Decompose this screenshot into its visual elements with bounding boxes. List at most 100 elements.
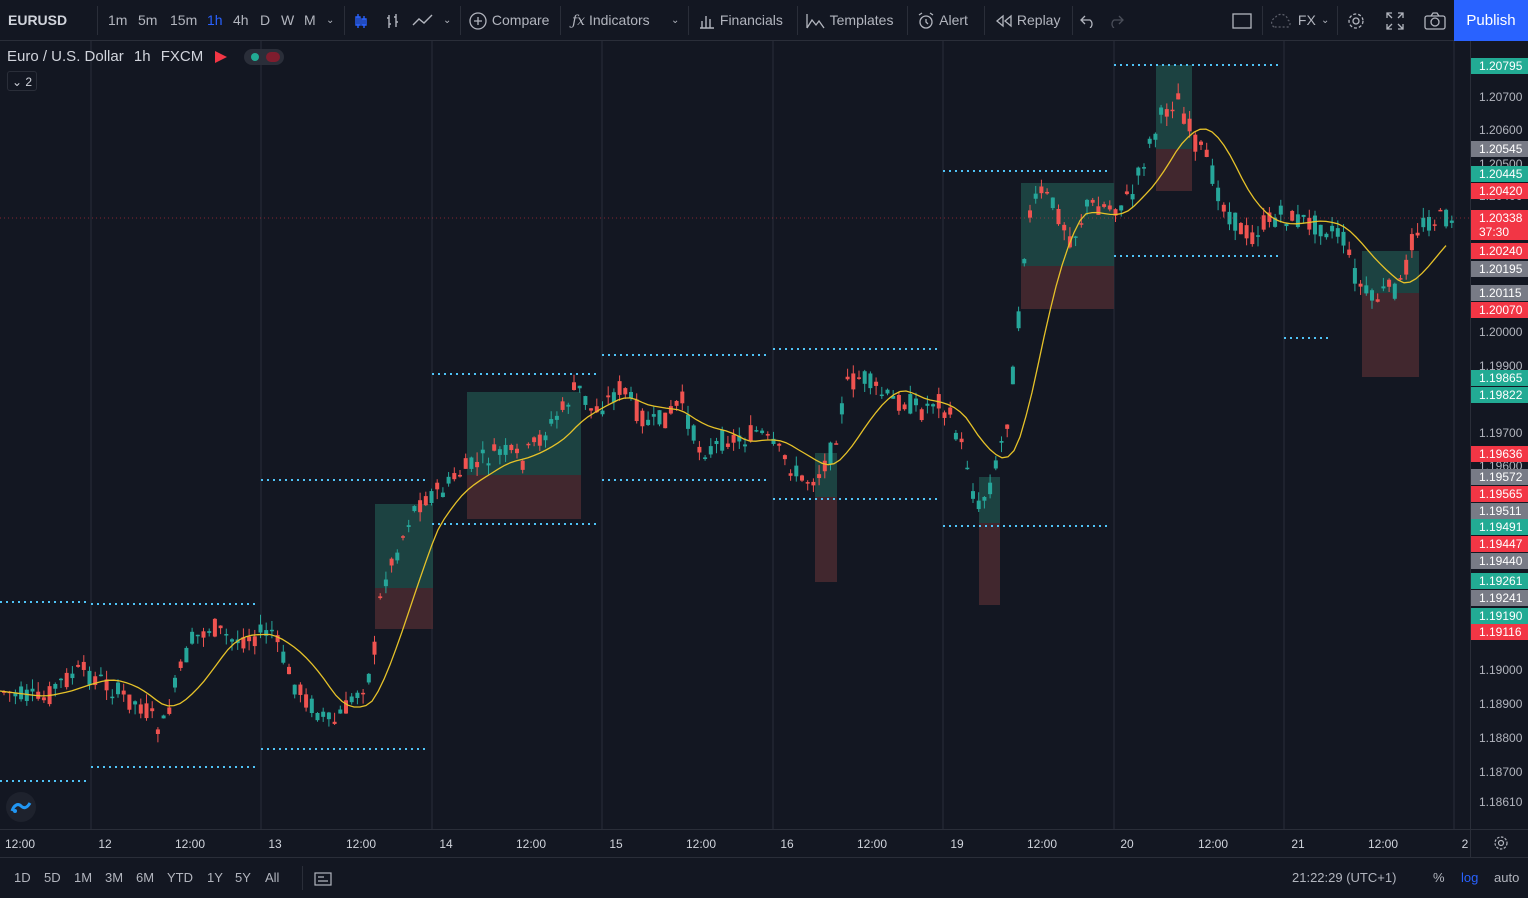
undo-icon[interactable] bbox=[1080, 0, 1096, 41]
candle-body bbox=[121, 690, 126, 695]
indicators-button[interactable]: ƒx Indicators bbox=[572, 0, 650, 41]
candle-body bbox=[110, 696, 115, 699]
time-axis[interactable]: 12:00 12 12:00 13 12:00 14 12:00 15 12:00 16 12:00… bbox=[0, 829, 1470, 857]
candle-body bbox=[993, 460, 998, 469]
loss-zone bbox=[1362, 293, 1419, 377]
range-5d-button[interactable]: 5D bbox=[44, 858, 61, 898]
candle-body bbox=[554, 415, 559, 420]
time-tick-label: 21 bbox=[1291, 837, 1305, 851]
candle-body bbox=[81, 661, 86, 670]
candle-body bbox=[754, 430, 759, 432]
price-tick-label: 1.19700 bbox=[1479, 426, 1523, 440]
candle-body bbox=[1107, 205, 1112, 210]
range-1d-button[interactable]: 1D bbox=[14, 858, 31, 898]
candle-body bbox=[309, 698, 314, 714]
range-1y-button[interactable]: 1Y bbox=[207, 858, 223, 898]
candle bbox=[896, 391, 901, 415]
candle bbox=[782, 454, 787, 466]
price-label-text: 1.19440 bbox=[1479, 554, 1523, 568]
line-chart-type-icon[interactable] bbox=[412, 0, 434, 41]
templates-button[interactable]: Templates bbox=[806, 0, 893, 41]
interval-W-button[interactable]: W bbox=[281, 0, 294, 41]
range-ytd-button[interactable]: YTD bbox=[167, 858, 193, 898]
percent-toggle[interactable]: % bbox=[1433, 858, 1445, 898]
candle bbox=[1142, 163, 1146, 177]
candle bbox=[150, 701, 155, 719]
price-label-text: 1.20115 bbox=[1479, 286, 1522, 300]
gear-icon[interactable] bbox=[1493, 835, 1509, 854]
candles-chart-type-icon[interactable] bbox=[354, 0, 372, 41]
indicators-dropdown-icon[interactable]: ⌄ bbox=[671, 0, 679, 41]
range-6m-button[interactable]: 6M bbox=[136, 858, 154, 898]
toolbar-divider bbox=[560, 6, 561, 35]
candle-body bbox=[589, 408, 594, 411]
candle-body bbox=[395, 552, 400, 561]
gear-icon[interactable] bbox=[1346, 0, 1366, 41]
financials-button[interactable]: Financials bbox=[698, 0, 783, 41]
price-label: 37:30 bbox=[1471, 224, 1528, 240]
chart-pane[interactable] bbox=[0, 41, 1470, 829]
time-scale: 12:00 12 12:00 13 12:00 14 12:00 15 12:00 16 12:00… bbox=[5, 837, 1469, 851]
range-all-button[interactable]: All bbox=[265, 858, 279, 898]
interval-5m-button[interactable]: 5m bbox=[138, 0, 157, 41]
alert-button[interactable]: Alert bbox=[916, 0, 968, 41]
candle-body bbox=[896, 395, 901, 411]
interval-dropdown-icon[interactable]: ⌄ bbox=[326, 0, 334, 41]
publish-button[interactable]: Publish bbox=[1454, 0, 1528, 41]
profit-zone bbox=[375, 504, 433, 588]
interval-1h-button[interactable]: 1h bbox=[207, 0, 223, 41]
candle bbox=[788, 469, 793, 481]
candle bbox=[771, 431, 776, 446]
auto-toggle[interactable]: auto bbox=[1494, 858, 1519, 898]
compare-button[interactable]: Compare bbox=[468, 0, 549, 41]
interval-4h-button[interactable]: 4h bbox=[233, 0, 249, 41]
redo-icon[interactable] bbox=[1108, 0, 1124, 41]
log-toggle[interactable]: log bbox=[1461, 858, 1478, 898]
fullscreen-icon[interactable] bbox=[1386, 0, 1404, 41]
interval-1m-button[interactable]: 1m bbox=[108, 0, 127, 41]
candle bbox=[1250, 224, 1255, 247]
price-label: 1.20795 bbox=[1471, 58, 1528, 74]
loss-zone bbox=[1021, 266, 1114, 309]
toolbar-divider bbox=[97, 6, 98, 35]
candle-body bbox=[1432, 224, 1437, 226]
candle bbox=[965, 460, 970, 470]
candle bbox=[1392, 282, 1397, 301]
currency-button[interactable]: FX bbox=[1268, 0, 1316, 41]
currency-dropdown-icon[interactable]: ⌄ bbox=[1321, 0, 1329, 41]
interval-M-button[interactable]: M bbox=[304, 0, 316, 41]
price-axis[interactable]: 1.207001.206001.205001.204001.200001.199… bbox=[1470, 41, 1528, 829]
candle bbox=[13, 689, 18, 705]
clock-timezone[interactable]: 21:22:29 (UTC+1) bbox=[1292, 858, 1396, 898]
candle-body bbox=[1290, 210, 1295, 221]
candle-body bbox=[418, 500, 423, 513]
replay-button[interactable]: Replay bbox=[995, 0, 1060, 41]
candle bbox=[760, 428, 765, 435]
candle-body bbox=[1324, 233, 1329, 238]
legend-collapse-button[interactable]: ⌄ 2 bbox=[7, 71, 37, 91]
interval-15m-button[interactable]: 15m bbox=[170, 0, 197, 41]
price-chart[interactable] bbox=[0, 41, 1470, 829]
layout-icon[interactable] bbox=[1232, 0, 1252, 41]
camera-icon[interactable] bbox=[1424, 0, 1446, 41]
candle bbox=[161, 714, 166, 719]
chart-legend[interactable]: Euro / U.S. Dollar 1h FXCM bbox=[7, 47, 284, 67]
market-status-badge[interactable] bbox=[243, 49, 284, 66]
chart-type-dropdown-icon[interactable]: ⌄ bbox=[443, 0, 451, 41]
candle-body bbox=[406, 525, 411, 527]
range-3m-button[interactable]: 3M bbox=[105, 858, 123, 898]
symbol-search[interactable]: EURUSD bbox=[8, 0, 67, 41]
range-5y-button[interactable]: 5Y bbox=[235, 858, 251, 898]
candle-body bbox=[760, 430, 765, 434]
candle-body bbox=[1204, 149, 1209, 157]
legend-exchange: FXCM bbox=[160, 48, 204, 65]
interval-D-button[interactable]: D bbox=[260, 0, 270, 41]
candle-body bbox=[731, 434, 736, 443]
range-1m-button[interactable]: 1M bbox=[74, 858, 92, 898]
date-range-icon[interactable] bbox=[314, 858, 332, 898]
bars-chart-type-icon[interactable] bbox=[385, 0, 403, 41]
candle-body bbox=[1159, 107, 1164, 115]
price-tick-label: 1.18800 bbox=[1479, 731, 1523, 745]
tradingview-logo-icon[interactable] bbox=[6, 792, 36, 822]
candle-body bbox=[976, 500, 981, 510]
